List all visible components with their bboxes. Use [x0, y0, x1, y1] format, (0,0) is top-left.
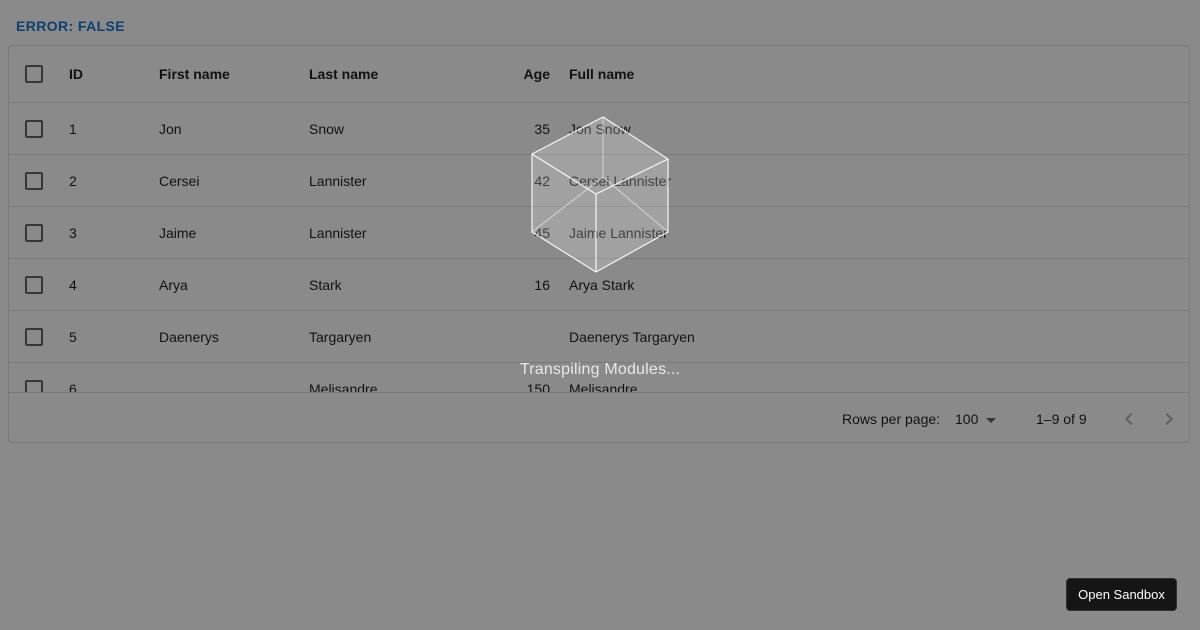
loading-overlay: Transpiling Modules... Open Sandbox	[0, 0, 1200, 630]
codesandbox-cube-icon	[531, 116, 669, 273]
loading-status-text: Transpiling Modules...	[519, 361, 681, 378]
page: ERROR: FALSE ID First name Last name Age…	[0, 0, 1200, 630]
open-sandbox-button[interactable]: Open Sandbox	[1066, 578, 1177, 611]
